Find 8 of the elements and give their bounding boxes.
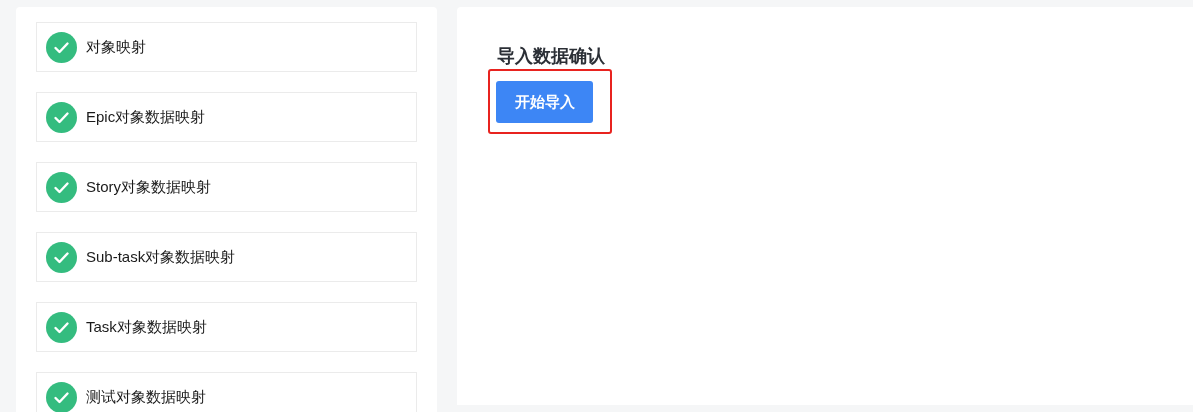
step-label: Task对象数据映射: [86, 317, 207, 337]
start-import-button[interactable]: 开始导入: [496, 81, 593, 123]
step-label: 对象映射: [86, 37, 146, 57]
step-label: Sub-task对象数据映射: [86, 247, 236, 267]
step-label: Story对象数据映射: [86, 177, 211, 197]
step-label: Epic对象数据映射: [86, 107, 206, 127]
section-title: 导入数据确认: [497, 45, 605, 67]
step-label: 测试对象数据映射: [86, 387, 206, 407]
